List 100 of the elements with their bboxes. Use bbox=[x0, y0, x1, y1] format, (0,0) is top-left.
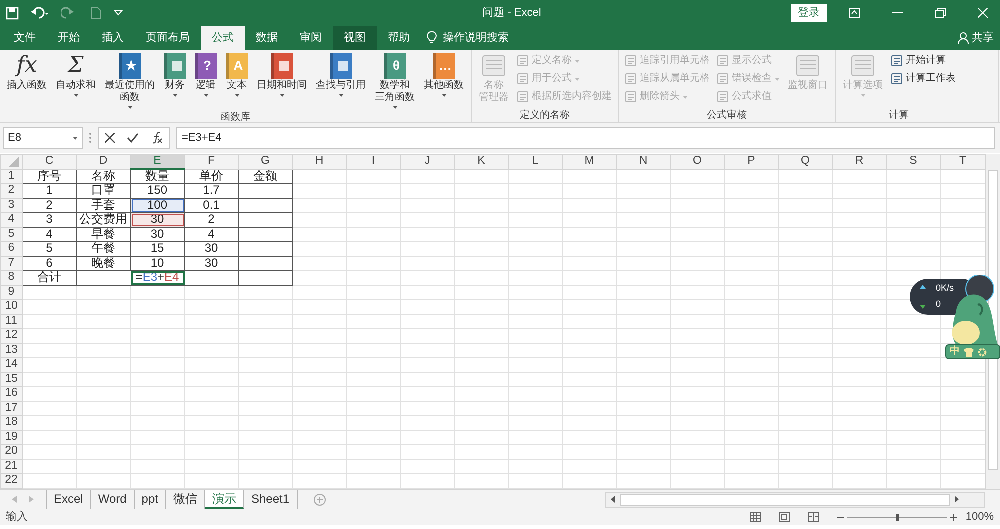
insert-function-icon[interactable] bbox=[151, 132, 163, 144]
column-header[interactable]: H bbox=[292, 154, 346, 169]
ribbon-button[interactable]: ★ 最近使用的 函数 bbox=[102, 52, 158, 112]
table-cell: 金额 bbox=[238, 169, 292, 184]
row-header[interactable]: 9 bbox=[0, 285, 22, 300]
column-header[interactable]: F bbox=[184, 154, 238, 169]
column-header[interactable]: K bbox=[454, 154, 508, 169]
normal-view-icon[interactable] bbox=[750, 512, 761, 522]
row-header[interactable]: 10 bbox=[0, 300, 22, 314]
login-button[interactable]: 登录 bbox=[791, 4, 827, 22]
column-header[interactable]: S bbox=[886, 154, 940, 169]
upload-speed: 0K/s bbox=[936, 282, 954, 295]
maximize-icon[interactable] bbox=[935, 8, 946, 18]
ribbon-button[interactable]: ? 逻辑 bbox=[192, 52, 220, 100]
ribbon-button[interactable]: θ 数学和 三角函数 bbox=[372, 52, 418, 112]
name-box[interactable]: E8 bbox=[3, 127, 83, 149]
table-cell: 手套 bbox=[76, 198, 130, 212]
page-break-icon[interactable] bbox=[808, 512, 819, 522]
row-header[interactable]: 18 bbox=[0, 416, 22, 430]
command-icon bbox=[717, 73, 729, 85]
undo-icon[interactable] bbox=[31, 6, 49, 20]
ribbon-tab[interactable]: 页面布局 bbox=[135, 26, 201, 50]
column-header[interactable]: P bbox=[724, 154, 778, 169]
row-header[interactable]: 22 bbox=[0, 474, 22, 488]
row-header[interactable]: 19 bbox=[0, 430, 22, 444]
ribbon-tab[interactable]: 视图 bbox=[333, 26, 377, 50]
share-button[interactable]: 共享 bbox=[972, 30, 994, 46]
ribbon-tab[interactable]: 开始 bbox=[47, 26, 91, 50]
zoom-level[interactable]: 100% bbox=[966, 509, 994, 525]
ribbon-tab[interactable]: 帮助 bbox=[377, 26, 421, 50]
cancel-icon[interactable] bbox=[105, 133, 115, 143]
person-icon bbox=[958, 32, 969, 44]
book-icon: … bbox=[433, 53, 455, 79]
column-header[interactable]: R bbox=[832, 154, 886, 169]
column-header[interactable]: I bbox=[346, 154, 400, 169]
status-mode: 输入 bbox=[6, 510, 28, 525]
row-header[interactable]: 11 bbox=[0, 314, 22, 328]
row-header[interactable]: 1 bbox=[0, 169, 22, 184]
ribbon-tab[interactable]: 文件 bbox=[3, 26, 47, 50]
ribbon-button[interactable]: 日期和时间 bbox=[254, 52, 310, 100]
ribbon-button[interactable]: 查找与引用 bbox=[313, 52, 369, 100]
table-cell: 15 bbox=[130, 242, 184, 256]
table-cell: 口罩 bbox=[76, 184, 130, 198]
page-layout-icon[interactable] bbox=[778, 512, 790, 522]
lightbulb-icon bbox=[427, 31, 437, 45]
ribbon-button[interactable]: … 其他函数 bbox=[421, 52, 467, 100]
ribbon-button[interactable]: A 文本 bbox=[223, 52, 251, 100]
save-icon[interactable] bbox=[6, 6, 19, 20]
column-header[interactable]: L bbox=[508, 154, 562, 169]
row-header[interactable]: 17 bbox=[0, 401, 22, 416]
command-icon bbox=[625, 91, 637, 103]
ribbon-display-icon[interactable] bbox=[849, 8, 860, 18]
row-header[interactable]: 8 bbox=[0, 270, 22, 285]
row-header[interactable]: 15 bbox=[0, 372, 22, 386]
table-cell: 公交费用 bbox=[76, 212, 130, 227]
column-header[interactable]: E bbox=[130, 154, 184, 169]
row-header[interactable]: 5 bbox=[0, 227, 22, 242]
download-speed: 0 bbox=[936, 298, 942, 311]
ribbon-command[interactable]: 计算工作表 bbox=[889, 70, 958, 88]
row-header[interactable]: 21 bbox=[0, 459, 22, 474]
ribbon-tab[interactable]: 数据 bbox=[245, 26, 289, 50]
formula-input[interactable]: =E3+E4 bbox=[176, 127, 995, 149]
customize-icon[interactable] bbox=[114, 10, 123, 16]
row-header[interactable]: 2 bbox=[0, 184, 22, 198]
ribbon-tab[interactable]: 公式 bbox=[201, 26, 245, 50]
column-header[interactable]: D bbox=[76, 154, 130, 169]
sheet-tab[interactable]: 演示 bbox=[205, 490, 244, 509]
table-cell: 1 bbox=[22, 184, 76, 198]
close-icon[interactable] bbox=[978, 8, 988, 18]
name-box-text: E8 bbox=[8, 131, 22, 146]
row-header[interactable]: 12 bbox=[0, 328, 22, 343]
column-header[interactable]: M bbox=[562, 154, 616, 169]
zoom-slider-thumb[interactable] bbox=[896, 514, 899, 520]
column-header[interactable]: N bbox=[616, 154, 670, 169]
column-header[interactable]: T bbox=[940, 154, 986, 169]
row-header[interactable]: 7 bbox=[0, 256, 22, 270]
row-header[interactable]: 3 bbox=[0, 198, 22, 212]
tell-me-search[interactable]: 操作说明搜索 bbox=[443, 30, 509, 46]
horizontal-scrollbar[interactable] bbox=[605, 492, 985, 508]
ribbon-button[interactable]: Σ 自动求和 bbox=[53, 52, 99, 100]
row-header[interactable]: 4 bbox=[0, 212, 22, 227]
row-header[interactable]: 20 bbox=[0, 444, 22, 459]
ribbon-tab[interactable]: 审阅 bbox=[289, 26, 333, 50]
row-header[interactable]: 13 bbox=[0, 343, 22, 358]
row-header[interactable]: 6 bbox=[0, 242, 22, 256]
enter-icon[interactable] bbox=[127, 133, 139, 143]
row-header[interactable]: 16 bbox=[0, 386, 22, 401]
book-icon: A bbox=[226, 53, 248, 79]
column-header[interactable]: J bbox=[400, 154, 454, 169]
zoom-in-icon[interactable] bbox=[950, 514, 957, 520]
ribbon-tab[interactable]: 插入 bbox=[91, 26, 135, 50]
ribbon-command[interactable]: 开始计算 bbox=[889, 52, 958, 70]
column-header[interactable]: G bbox=[238, 154, 292, 169]
ribbon-button[interactable]: 财务 bbox=[161, 52, 189, 100]
column-header[interactable]: C bbox=[22, 154, 76, 169]
ribbon-button[interactable]: fx 插入函数 bbox=[4, 52, 50, 92]
formula-cell[interactable]: =E3+E4 bbox=[130, 270, 184, 285]
column-header[interactable]: Q bbox=[778, 154, 832, 169]
column-header[interactable]: O bbox=[670, 154, 724, 169]
row-header[interactable]: 14 bbox=[0, 358, 22, 372]
